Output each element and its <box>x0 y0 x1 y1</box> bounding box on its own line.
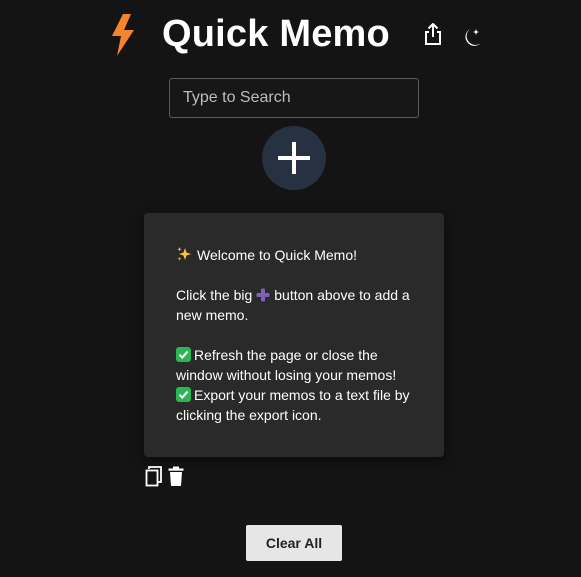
app-title: Quick Memo <box>162 13 390 55</box>
memo-line-welcome: Welcome to Quick Memo! <box>176 245 418 265</box>
clear-all-button[interactable]: Clear All <box>246 525 342 561</box>
memo-line-export: Export your memos to a text file by clic… <box>176 385 418 425</box>
memo-text-refresh: Refresh the page or close the window wit… <box>176 347 397 383</box>
memo-text-export: Export your memos to a text file by clic… <box>176 387 410 423</box>
memo-text-click-before: Click the big <box>176 287 253 303</box>
add-memo-button[interactable] <box>262 126 326 190</box>
memo-text-welcome: Welcome to Quick Memo! <box>197 247 358 263</box>
memo-card[interactable]: Welcome to Quick Memo! Click the big but… <box>144 213 444 457</box>
copy-icon[interactable] <box>145 465 163 487</box>
app-header: Quick Memo <box>0 0 581 70</box>
search-input[interactable] <box>169 78 419 118</box>
heavy-plus-emoji <box>256 288 270 302</box>
moon-stars-icon[interactable] <box>461 26 483 48</box>
check-mark-button-emoji <box>176 387 191 402</box>
trash-icon[interactable] <box>168 466 184 487</box>
lightning-bolt-icon <box>112 14 134 56</box>
plus-icon <box>278 142 310 174</box>
check-mark-button-emoji <box>176 347 191 362</box>
memo-line-refresh: Refresh the page or close the window wit… <box>176 345 418 385</box>
memo-line-instructions: Click the big button above to add a new … <box>176 285 418 325</box>
share-export-icon[interactable] <box>422 22 444 46</box>
sparkles-emoji <box>177 247 191 261</box>
